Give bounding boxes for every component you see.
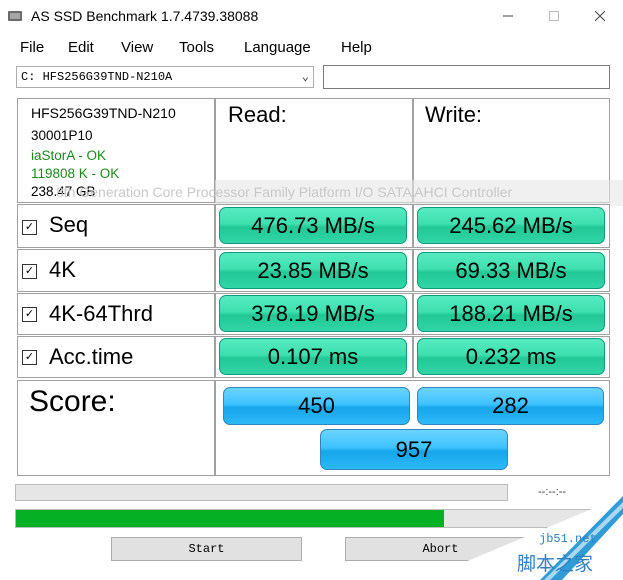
driver-status: iaStorA - OK <box>31 148 107 163</box>
start-button[interactable]: Start <box>111 537 302 561</box>
write-score: 282 <box>417 387 604 425</box>
row-seq: ✓ Seq <box>17 204 215 248</box>
close-icon <box>595 11 605 21</box>
write-header: Write: <box>425 102 483 127</box>
total-score: 957 <box>320 429 508 470</box>
drive-select-value: C: HFS256G39TND-N210A <box>21 70 173 84</box>
menu-view[interactable]: View <box>121 39 153 56</box>
app-icon <box>8 11 22 21</box>
score-label-panel: Score: <box>17 380 215 476</box>
menu-tools[interactable]: Tools <box>179 39 214 56</box>
minimize-button[interactable] <box>485 0 531 32</box>
minimize-icon <box>503 15 513 17</box>
window-title: AS SSD Benchmark 1.7.4739.38088 <box>31 8 259 24</box>
drive-firmware: 30001P10 <box>31 128 93 143</box>
drive-model: HFS256G39TND-N210 <box>31 105 176 121</box>
menu-bar: File Edit View Tools Language Help <box>0 36 623 60</box>
row-4k: ✓ 4K <box>17 249 215 292</box>
alignment-status: 119808 K - OK <box>31 166 120 181</box>
seq-read-value: 476.73 MB/s <box>219 207 407 244</box>
acc-time-label: Acc.time <box>49 344 134 369</box>
4k-64thrd-read-value: 378.19 MB/s <box>219 295 407 332</box>
read-score: 450 <box>223 387 410 425</box>
menu-language[interactable]: Language <box>244 39 311 56</box>
menu-help[interactable]: Help <box>341 39 372 56</box>
maximize-button[interactable] <box>531 0 577 32</box>
4k-checkbox[interactable]: ✓ <box>22 264 37 279</box>
4k-read-value: 23.85 MB/s <box>219 252 407 289</box>
acc-time-checkbox[interactable]: ✓ <box>22 350 37 365</box>
read-header: Read: <box>228 102 287 127</box>
menu-file[interactable]: File <box>20 39 44 56</box>
seq-checkbox[interactable]: ✓ <box>22 220 37 235</box>
site-watermark: jb51.net 脚本之家 <box>422 496 623 580</box>
controller-tooltip: 8th Generation Core Processor Family Pla… <box>56 184 513 200</box>
overall-progress-fill <box>16 510 445 527</box>
4k-write-value: 69.33 MB/s <box>417 252 605 289</box>
4k-64thrd-write-value: 188.21 MB/s <box>417 295 605 332</box>
row-acc-time: ✓ Acc.time <box>17 336 215 378</box>
4k-64thrd-checkbox[interactable]: ✓ <box>22 307 37 322</box>
maximize-icon <box>549 11 559 21</box>
watermark-brand: 脚本之家 <box>517 553 593 575</box>
4k-label: 4K <box>49 257 76 282</box>
4k-64thrd-label: 4K-64Thrd <box>49 301 153 326</box>
acc-time-write-value: 0.232 ms <box>417 338 605 375</box>
drive-select[interactable]: C: HFS256G39TND-N210A ⌄ <box>16 66 314 88</box>
device-text-field[interactable] <box>323 65 610 89</box>
seq-write-value: 245.62 MB/s <box>417 207 605 244</box>
row-4k-64thrd: ✓ 4K-64Thrd <box>17 293 215 335</box>
seq-label: Seq <box>49 212 89 237</box>
score-label: Score: <box>29 385 116 418</box>
acc-time-read-value: 0.107 ms <box>219 338 407 375</box>
chevron-down-icon: ⌄ <box>301 70 309 84</box>
close-button[interactable] <box>577 0 623 32</box>
watermark-site: jb51.net <box>539 532 597 546</box>
title-bar: AS SSD Benchmark 1.7.4739.38088 <box>0 0 623 32</box>
menu-edit[interactable]: Edit <box>68 39 94 56</box>
